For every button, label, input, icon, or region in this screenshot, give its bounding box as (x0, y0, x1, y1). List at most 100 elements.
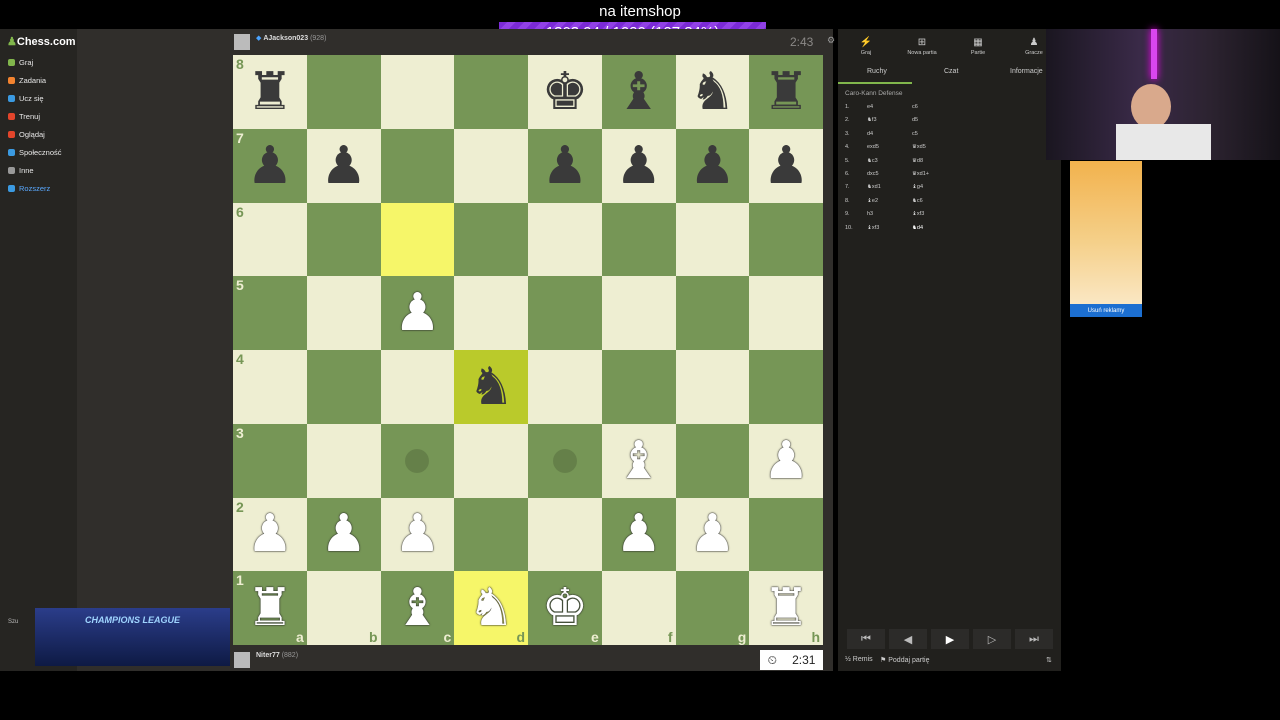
square-f2[interactable]: ♟ (601, 497, 676, 572)
black-pawn-piece[interactable]: ♟ (247, 140, 294, 192)
white-pawn-piece[interactable]: ♟ (689, 508, 736, 560)
black-bishop-piece[interactable]: ♝ (615, 66, 662, 118)
white-move[interactable]: ♞c3 (867, 158, 912, 171)
last-move-button[interactable]: ⏭ (1015, 629, 1053, 649)
square-d5[interactable] (454, 276, 528, 350)
chess-logo[interactable]: ♟Chess.com (7, 35, 76, 48)
square-f6[interactable] (601, 202, 676, 277)
black-pawn-piece[interactable]: ♟ (689, 140, 736, 192)
square-d7[interactable] (454, 128, 528, 203)
square-d2[interactable] (454, 497, 528, 572)
square-f1[interactable]: f (601, 571, 676, 645)
chess-board[interactable]: 8 ♜ ♚ ♝ ♞ ♜ 7 ♟ ♟ ♟ ♟ ♟ ♟ 6 5 ♟ 4 ♞ 3 ♝ ♟ 2 ♟ ♟ ♟ ♟ ♟ 1 a ♜ b c ♝ d ♞ e ♚ f g h… (233, 55, 823, 645)
square-h2[interactable] (749, 497, 823, 572)
black-move[interactable]: c5 (912, 131, 972, 144)
white-bishop-piece[interactable]: ♝ (394, 582, 441, 634)
square-g2[interactable]: ♟ (675, 497, 750, 572)
square-h5[interactable] (749, 276, 823, 350)
forward-button[interactable]: ▷ (973, 629, 1011, 649)
white-rook-piece[interactable]: ♜ (763, 582, 810, 634)
black-move[interactable]: ♝xf3 (912, 211, 972, 224)
square-e4[interactable] (528, 350, 602, 424)
square-a3[interactable]: 3 (233, 423, 307, 498)
black-move[interactable]: c6 (912, 104, 972, 117)
white-move[interactable]: h3 (867, 211, 912, 224)
square-g8[interactable]: ♞ (675, 55, 750, 129)
square-b5[interactable] (306, 276, 381, 350)
white-pawn-piece[interactable]: ♟ (763, 435, 810, 487)
white-pawn-piece[interactable]: ♟ (394, 508, 441, 560)
tab-chat[interactable]: Czat (944, 68, 958, 75)
grid-nav-button[interactable]: ▦ Partie (958, 37, 998, 56)
black-move[interactable]: ♞d4 (912, 225, 972, 238)
black-move[interactable]: ♞c6 (912, 198, 972, 211)
square-h4[interactable] (749, 350, 823, 424)
square-d1[interactable]: d ♞ (454, 571, 528, 645)
square-d3[interactable] (454, 423, 528, 498)
white-pawn-piece[interactable]: ♟ (615, 508, 662, 560)
square-f7[interactable]: ♟ (601, 128, 676, 203)
square-a5[interactable]: 5 (233, 276, 307, 350)
white-pawn-piece[interactable]: ♟ (247, 508, 294, 560)
square-c4[interactable] (380, 350, 455, 424)
square-b4[interactable] (306, 350, 381, 424)
top-player-info[interactable]: ◆ AJackson023 (928) (256, 34, 326, 42)
next-move-button[interactable]: ▶ (931, 629, 969, 649)
tab-moves[interactable]: Ruchy (867, 68, 887, 75)
square-d4[interactable]: ♞ (454, 350, 528, 424)
sidebar-item-1[interactable]: Zadania (8, 76, 46, 85)
white-move[interactable]: d4 (867, 131, 912, 144)
sidebar-item-7[interactable]: Rozszerz (8, 184, 50, 193)
white-pawn-piece[interactable]: ♟ (394, 287, 441, 339)
lightning-nav-button[interactable]: ⚡ Graj (846, 37, 886, 56)
square-e7[interactable]: ♟ (528, 128, 602, 203)
square-g4[interactable] (675, 350, 750, 424)
white-king-piece[interactable]: ♚ (542, 582, 589, 634)
black-pawn-piece[interactable]: ♟ (320, 140, 367, 192)
square-h6[interactable] (749, 202, 823, 277)
square-b3[interactable] (306, 423, 381, 498)
square-h3[interactable]: ♟ (749, 423, 823, 498)
square-d8[interactable] (454, 55, 528, 129)
draw-button[interactable]: ½ Remis (845, 656, 873, 663)
black-king-piece[interactable]: ♚ (542, 66, 589, 118)
settings-icon[interactable]: ⚙ (827, 35, 835, 46)
square-c7[interactable] (380, 128, 455, 203)
square-a4[interactable]: 4 (233, 350, 307, 424)
white-move[interactable]: exd5 (867, 144, 912, 157)
sidebar-item-4[interactable]: Oglądaj (8, 130, 45, 139)
black-knight-piece[interactable]: ♞ (689, 66, 736, 118)
square-f5[interactable] (601, 276, 676, 350)
white-move[interactable]: ♝xf3 (867, 225, 912, 238)
square-h8[interactable]: ♜ (749, 55, 823, 129)
first-move-button[interactable]: ⏮ (847, 629, 885, 649)
square-b6[interactable] (306, 202, 381, 277)
square-b7[interactable]: ♟ (306, 128, 381, 203)
remove-ads-button[interactable]: Usuń reklamy (1070, 304, 1142, 317)
square-f8[interactable]: ♝ (601, 55, 676, 129)
square-e5[interactable] (528, 276, 602, 350)
white-bishop-piece[interactable]: ♝ (615, 435, 662, 487)
sidebar-item-3[interactable]: Trenuj (8, 112, 40, 121)
black-pawn-piece[interactable]: ♟ (763, 140, 810, 192)
square-a7[interactable]: 7 ♟ (233, 128, 307, 203)
square-c1[interactable]: c ♝ (380, 571, 455, 645)
square-g5[interactable] (675, 276, 750, 350)
white-move[interactable]: dxc5 (867, 171, 912, 184)
legal-move-dot[interactable] (552, 448, 577, 473)
bottom-player-info[interactable]: Niter77 (882) (256, 652, 298, 659)
square-a2[interactable]: 2 ♟ (233, 497, 307, 572)
square-c3[interactable] (380, 423, 455, 498)
tab-info[interactable]: Informacje (1010, 68, 1043, 75)
white-move[interactable]: e4 (867, 104, 912, 117)
sidebar-item-0[interactable]: Graj (8, 58, 33, 67)
square-e2[interactable] (528, 497, 602, 572)
prev-move-button[interactable]: ◀ (889, 629, 927, 649)
square-a6[interactable]: 6 (233, 202, 307, 277)
square-g1[interactable]: g (675, 571, 750, 645)
white-pawn-piece[interactable]: ♟ (320, 508, 367, 560)
square-a1[interactable]: 1 a ♜ (233, 571, 307, 645)
sidebar-item-2[interactable]: Ucz się (8, 94, 44, 103)
white-move[interactable]: ♞xd1 (867, 184, 912, 197)
square-g7[interactable]: ♟ (675, 128, 750, 203)
